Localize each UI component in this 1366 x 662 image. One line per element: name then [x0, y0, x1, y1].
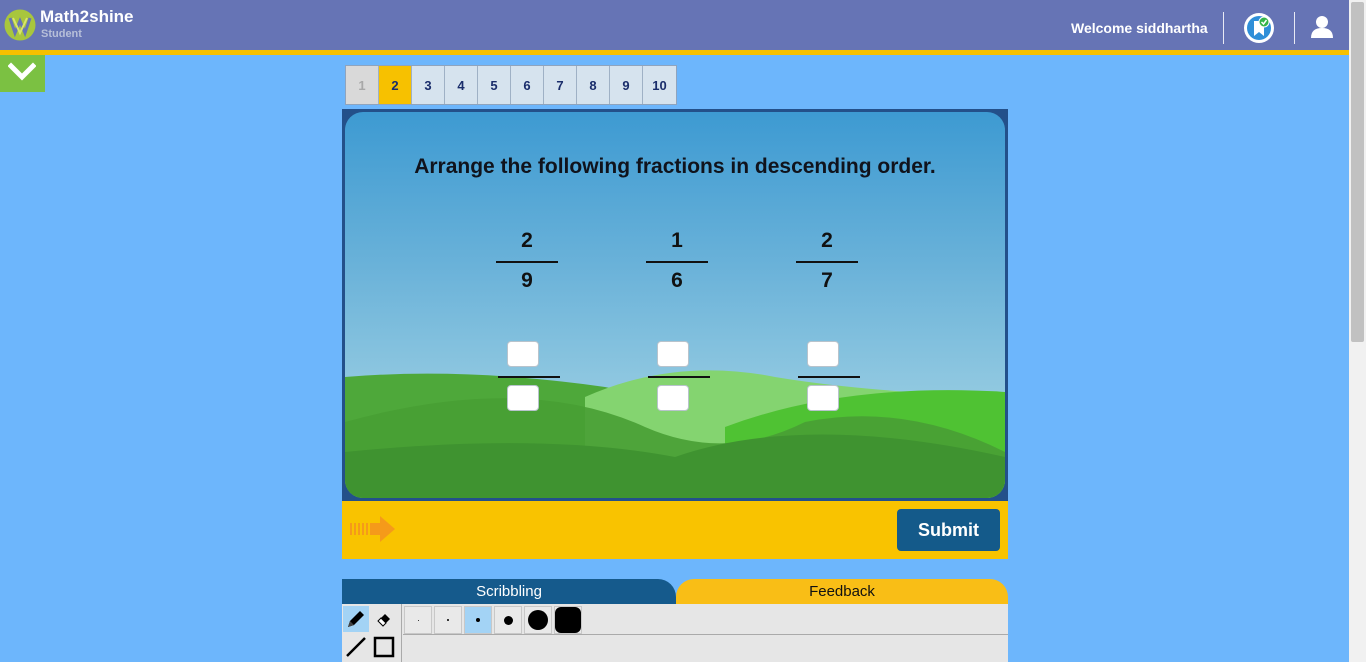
brand-name: Math2shine: [40, 7, 134, 26]
fraction-denominator: 6: [671, 269, 683, 292]
brush-size-button[interactable]: [494, 606, 522, 634]
pencil-tool-button[interactable]: [343, 606, 369, 632]
line-tool-button[interactable]: [343, 634, 369, 660]
submit-button[interactable]: Submit: [897, 509, 1000, 551]
fraction-numerator: 2: [821, 229, 833, 252]
question-nav-button[interactable]: 2: [379, 66, 412, 104]
brush-size-dot-icon: [555, 607, 581, 633]
numerator-input[interactable]: [657, 341, 689, 367]
fraction-numerator: 1: [671, 229, 683, 252]
question-navigation: 1 2 3 4 5 6 7 8 9 10: [345, 65, 677, 105]
tab-feedback[interactable]: Feedback: [676, 579, 1008, 604]
header-divider: [1223, 12, 1224, 44]
brush-size-dot-icon: [476, 618, 480, 622]
scrollbar-thumb[interactable]: [1351, 2, 1364, 342]
question-nav-button[interactable]: 1: [346, 66, 379, 104]
question-nav-button[interactable]: 3: [412, 66, 445, 104]
question-nav-button[interactable]: 8: [577, 66, 610, 104]
denominator-input[interactable]: [657, 385, 689, 411]
question-prompt: Arrange the following fractions in desce…: [414, 155, 936, 178]
next-arrow-icon[interactable]: [348, 515, 398, 543]
numerator-input[interactable]: [507, 341, 539, 367]
brush-size-button[interactable]: [524, 606, 552, 634]
rectangle-icon: [373, 636, 395, 658]
question-panel: Arrange the following fractions in desce…: [345, 112, 1005, 498]
menu-toggle-button[interactable]: [0, 55, 45, 92]
denominator-input[interactable]: [507, 385, 539, 411]
denominator-input[interactable]: [807, 385, 839, 411]
fraction-numerator: 2: [521, 229, 533, 252]
brush-size-dot-icon: [447, 619, 449, 621]
question-nav-button[interactable]: 6: [511, 66, 544, 104]
top-header: Math2shine Student Welcome siddhartha: [0, 0, 1349, 50]
question-nav-button[interactable]: 4: [445, 66, 478, 104]
pencil-icon: [348, 611, 364, 627]
fraction-bar: [498, 376, 560, 378]
question-nav-button[interactable]: 9: [610, 66, 643, 104]
user-profile-icon[interactable]: [1309, 14, 1335, 40]
fraction-denominator: 7: [821, 269, 833, 292]
numerator-input[interactable]: [807, 341, 839, 367]
answer-slot-2: [648, 341, 710, 415]
welcome-text: Welcome siddhartha: [1071, 20, 1208, 36]
math2shine-logo-icon[interactable]: [4, 9, 36, 41]
fraction-bar: [646, 261, 708, 263]
brush-size-dot-icon: [503, 615, 513, 625]
answer-slot-1: [498, 341, 560, 415]
rectangle-tool-button[interactable]: [371, 634, 397, 660]
brush-size-button[interactable]: [464, 606, 492, 634]
fraction-denominator: 9: [521, 269, 533, 292]
brush-size-button[interactable]: [404, 606, 432, 634]
chevron-down-icon: [8, 62, 36, 81]
header-divider: [1294, 12, 1295, 44]
fraction-bar: [798, 376, 860, 378]
tab-scribbling[interactable]: Scribbling: [342, 579, 676, 604]
role-label: Student: [41, 28, 82, 40]
brush-size-dot-icon: [417, 619, 419, 621]
brush-size-dot-icon: [528, 610, 548, 630]
fraction-bar: [496, 261, 558, 263]
question-nav-button[interactable]: 5: [478, 66, 511, 104]
line-icon: [346, 637, 366, 657]
answer-slot-3: [798, 341, 860, 415]
fraction-bar: [796, 261, 858, 263]
question-nav-button[interactable]: 7: [544, 66, 577, 104]
brush-size-button[interactable]: [434, 606, 462, 634]
achievement-badge-icon[interactable]: [1243, 12, 1275, 44]
fraction-bar: [648, 376, 710, 378]
brush-size-button[interactable]: [554, 606, 582, 634]
question-nav-button[interactable]: 10: [643, 66, 676, 104]
eraser-tool-button[interactable]: [371, 606, 397, 632]
eraser-icon: [377, 614, 390, 627]
header-stripe: [0, 50, 1349, 55]
